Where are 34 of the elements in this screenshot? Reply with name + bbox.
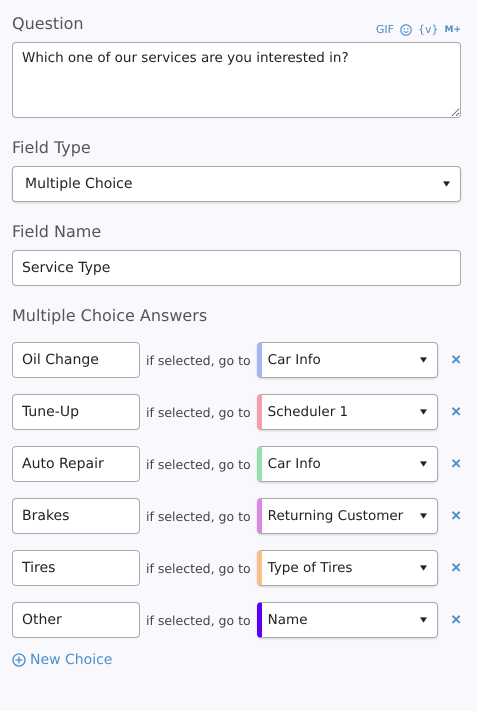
target-dropdown[interactable]: Car Info	[256, 446, 438, 482]
connector-text: if selected, go to	[146, 560, 251, 576]
answer-input[interactable]: Tune-Up	[12, 394, 140, 430]
connector-text: if selected, go to	[146, 612, 251, 628]
caret-icon	[420, 409, 428, 415]
caret-icon	[420, 513, 428, 519]
answer-input[interactable]: Auto Repair	[12, 446, 140, 482]
answer-input[interactable]: Brakes	[12, 498, 140, 534]
caret-icon	[420, 461, 428, 467]
target-dropdown[interactable]: Type of Tires	[256, 550, 438, 586]
question-field[interactable]: Which one of our services are you interested in?	[12, 42, 461, 118]
field-label: Field Name	[12, 222, 102, 242]
connector-text: if selected, go to	[146, 456, 251, 472]
field-label: Question	[12, 14, 84, 34]
caret-icon	[420, 357, 428, 363]
plus-icon	[12, 653, 26, 667]
smiley-icon[interactable]	[400, 24, 412, 36]
caret-icon	[443, 181, 450, 187]
connector-text: if selected, go to	[146, 352, 251, 368]
caret-icon	[420, 617, 428, 623]
target-dropdown[interactable]: Car Info	[256, 342, 438, 378]
connector-text: if selected, go to	[146, 404, 251, 420]
answer-input[interactable]: Other	[12, 602, 140, 638]
target-dropdown[interactable]: Scheduler 1	[256, 394, 438, 430]
caret-icon	[420, 565, 428, 571]
answer-input[interactable]: Tires	[12, 550, 140, 586]
field-label: Field Type	[12, 138, 92, 158]
connector-text: if selected, go to	[146, 508, 251, 524]
section-label: Multiple Choice Answers	[12, 306, 208, 326]
target-dropdown[interactable]: Name	[256, 602, 438, 638]
target-dropdown[interactable]: Returning Customer	[256, 498, 438, 534]
field-name-input[interactable]: Service Type	[12, 250, 461, 286]
field-type-dropdown[interactable]: Multiple Choice	[12, 166, 461, 202]
answer-input[interactable]: Oil Change	[12, 342, 140, 378]
